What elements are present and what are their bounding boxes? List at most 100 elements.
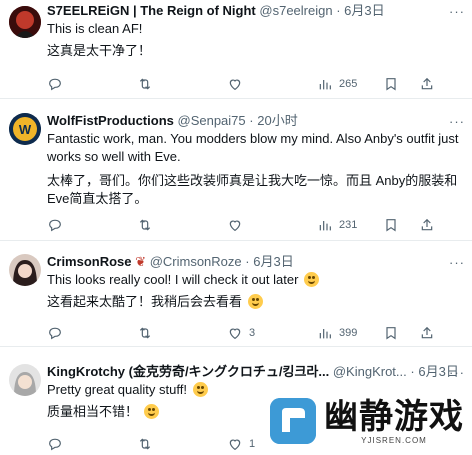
tweet-header: KingKrotchy (金克劳奇/キングクロチュ/킹크라... @KingKr…: [47, 363, 462, 381]
more-options-icon[interactable]: ···: [448, 114, 466, 130]
more-options-icon[interactable]: ···: [448, 255, 466, 271]
retweet-icon: [139, 219, 151, 231]
bookmark-icon: [386, 219, 396, 232]
smile-emoji-icon: [304, 272, 320, 287]
retweet-button[interactable]: [137, 75, 159, 93]
tweet-text-line: This looks really cool! I will check it …: [47, 271, 462, 289]
tweet-time[interactable]: 20小时: [257, 113, 297, 128]
grin-emoji-icon: [143, 404, 159, 419]
heart-icon: [229, 328, 241, 340]
share-button[interactable]: [419, 324, 435, 342]
tweet-3[interactable]: CrimsonRose ❦ @CrimsonRoze · 6月3日 ··· Th…: [0, 241, 472, 347]
bookmark-icon: [386, 78, 396, 91]
heart-icon: [229, 220, 241, 232]
share-icon: [421, 218, 433, 231]
retweet-button[interactable]: [137, 216, 159, 234]
reply-button[interactable]: [47, 324, 69, 342]
bookmark-button[interactable]: [383, 216, 399, 234]
reply-button[interactable]: [47, 216, 69, 234]
reply-icon: [49, 438, 61, 451]
bookmark-button[interactable]: [383, 75, 399, 93]
retweet-button[interactable]: [137, 435, 159, 453]
share-button[interactable]: [419, 216, 435, 234]
watermark-logo-icon: [270, 398, 316, 444]
share-icon: [421, 326, 433, 339]
user-name[interactable]: WolfFistProductions: [47, 113, 174, 128]
view-count: 399: [339, 327, 358, 339]
grin-emoji-icon: [192, 382, 208, 397]
tweet-text-content: 质量相当不错！: [47, 404, 139, 419]
avatar[interactable]: W: [9, 113, 41, 145]
tweet-text-content: This looks really cool! I will check it …: [47, 272, 299, 287]
tweet-text-line: 这真是太干净了！: [47, 43, 152, 58]
heart-icon: [229, 79, 241, 91]
reply-button[interactable]: [47, 435, 69, 453]
avatar-image: [9, 6, 41, 38]
more-options-icon[interactable]: ···: [448, 365, 466, 381]
views-icon: [319, 329, 331, 339]
watermark-text: 幽静游戏 YJISREN.COM: [324, 398, 464, 445]
tweet-text: Fantastic work, man. You modders blow my…: [47, 130, 462, 208]
like-count: 1: [249, 438, 256, 450]
smile-emoji-icon: [247, 294, 263, 309]
user-name[interactable]: S7EELREiGN | The Reign of Night: [47, 3, 256, 18]
avatar-image: [9, 254, 41, 286]
tweet-actions: 265: [47, 75, 462, 93]
tweet-text-line: 这看起来太酷了！我稍后会去看看: [47, 293, 462, 311]
bookmark-icon: [386, 327, 396, 340]
like-button[interactable]: [227, 75, 249, 93]
watermark-title: 幽静游戏: [324, 397, 464, 436]
tweet-1[interactable]: S7EELREiGN | The Reign of Night @s7eelre…: [0, 0, 472, 99]
separator: ·: [245, 254, 250, 269]
reply-icon: [49, 219, 61, 232]
user-handle[interactable]: @s7eelreign: [259, 3, 332, 18]
tweet-time[interactable]: 6月3日: [344, 3, 384, 18]
avatar[interactable]: [9, 6, 41, 38]
user-name[interactable]: CrimsonRose: [47, 254, 132, 269]
like-button[interactable]: 1: [227, 435, 255, 453]
views-icon: [319, 221, 331, 231]
share-icon: [421, 77, 433, 90]
bookmark-button[interactable]: [383, 324, 399, 342]
avatar[interactable]: [9, 254, 41, 286]
tweet-text: This is clean AF! 这真是太干净了！: [47, 20, 462, 60]
retweet-icon: [139, 327, 151, 339]
view-count: 231: [339, 219, 358, 231]
reply-button[interactable]: [47, 75, 69, 93]
avatar[interactable]: [9, 364, 41, 396]
watermark-subtitle: YJISREN.COM: [361, 435, 427, 445]
avatar-image: [9, 364, 41, 396]
tweet-header: WolfFistProductions @Senpai75 · 20小时: [47, 112, 462, 130]
views-button[interactable]: 399: [317, 324, 357, 342]
more-options-icon[interactable]: ···: [448, 4, 466, 20]
rose-icon: ❦: [135, 254, 147, 269]
tweet-text-content: Pretty great quality stuff!: [47, 382, 187, 397]
view-count: 265: [339, 78, 358, 90]
views-button[interactable]: 265: [317, 75, 357, 93]
tweet-actions: 3 399: [47, 324, 462, 342]
tweet-header: S7EELREiGN | The Reign of Night @s7eelre…: [47, 2, 462, 20]
like-count: 3: [249, 327, 256, 339]
avatar-image: W: [9, 113, 41, 145]
views-button[interactable]: 231: [317, 216, 357, 234]
tweet-actions: 231: [47, 216, 462, 234]
tweet-text-content: 这看起来太酷了！我稍后会去看看: [47, 294, 243, 309]
user-handle[interactable]: @Senpai75: [178, 113, 246, 128]
tweet-time[interactable]: 6月3日: [253, 254, 293, 269]
like-button[interactable]: [227, 216, 249, 234]
svg-text:W: W: [19, 122, 32, 137]
tweet-text-line: Fantastic work, man. You modders blow my…: [47, 131, 459, 164]
tweet-2[interactable]: W WolfFistProductions @Senpai75 · 20小时 ·…: [0, 99, 472, 241]
heart-icon: [229, 439, 241, 451]
user-handle[interactable]: @CrimsonRoze: [150, 254, 242, 269]
separator: ·: [410, 364, 415, 379]
user-name[interactable]: KingKrotchy (金克劳奇/キングクロチュ/킹크라...: [47, 364, 329, 379]
tweet-text: This looks really cool! I will check it …: [47, 271, 462, 311]
share-button[interactable]: [419, 75, 435, 93]
retweet-icon: [139, 438, 151, 450]
retweet-button[interactable]: [137, 324, 159, 342]
like-button[interactable]: 3: [227, 324, 255, 342]
watermark-logo-graphic: [270, 398, 316, 444]
user-handle[interactable]: @KingKrot...: [333, 364, 407, 379]
separator: ·: [336, 3, 341, 18]
